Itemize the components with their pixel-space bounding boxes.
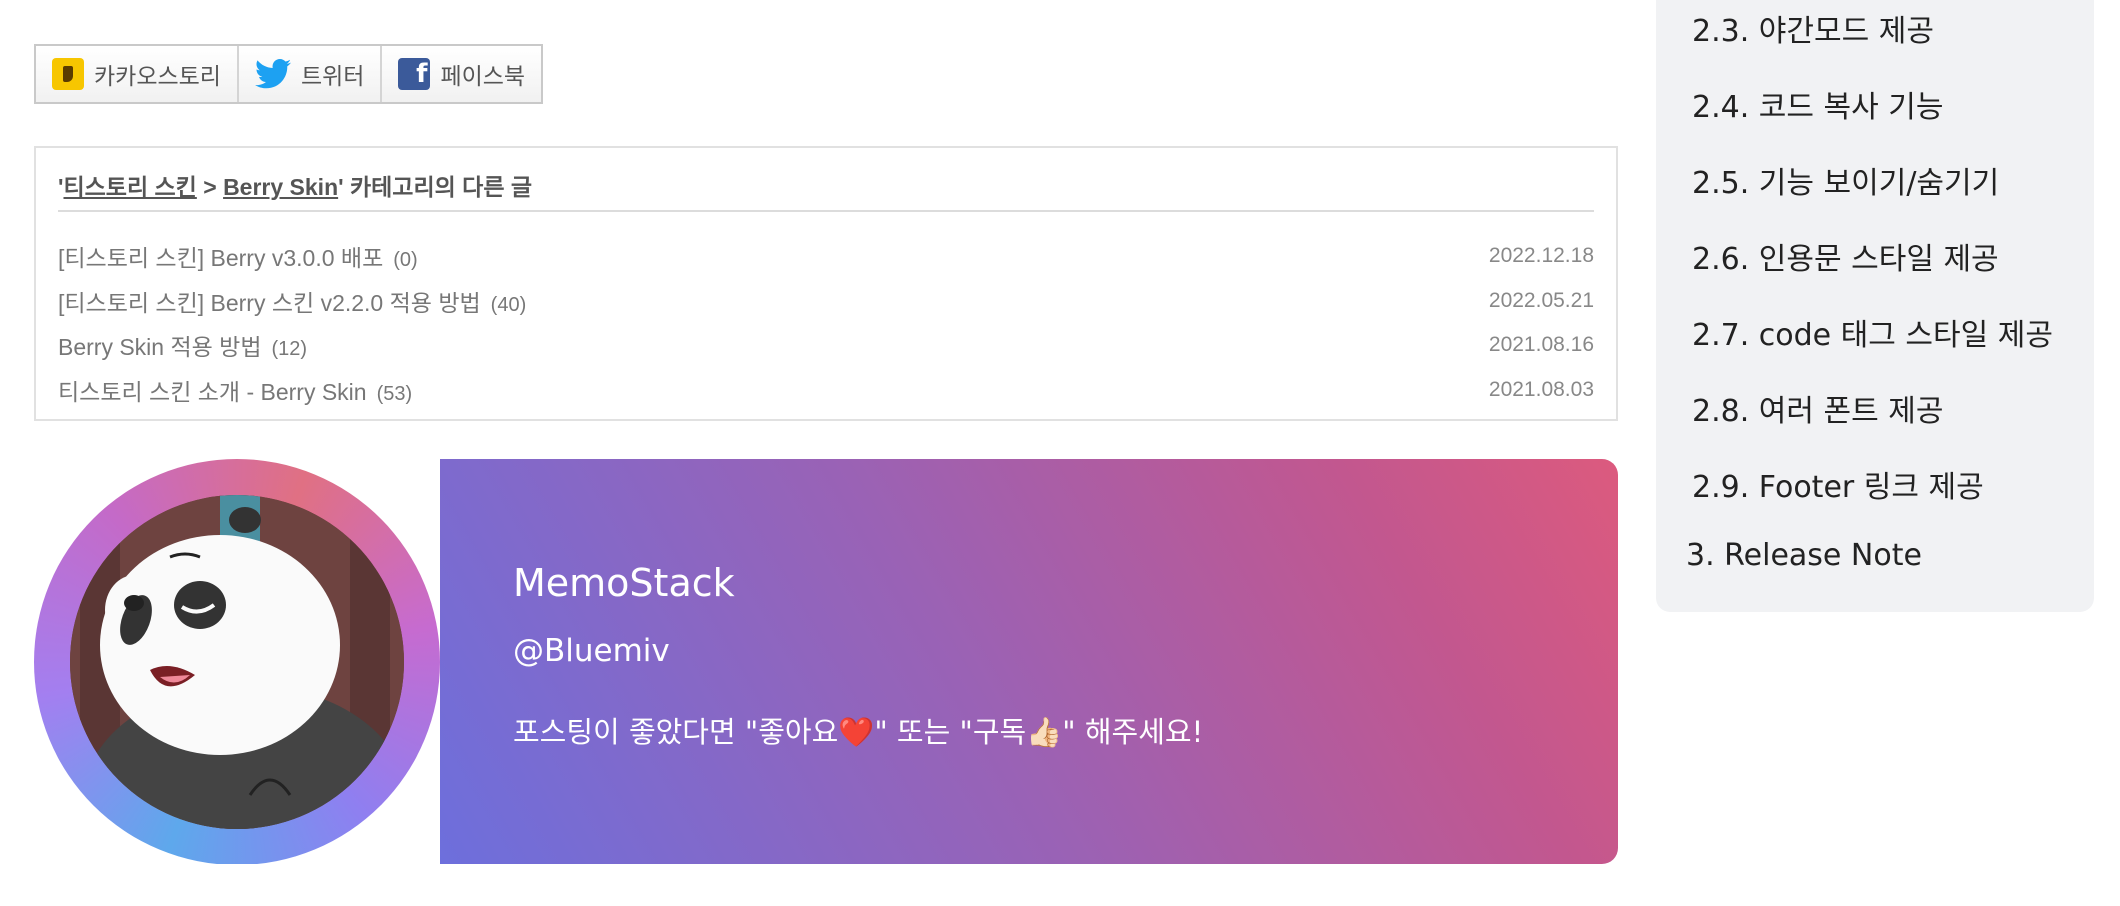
profile-avatar-area <box>34 459 440 864</box>
related-post-title-wrap: [티스토리 스킨] Berry 스킨 v2.2.0 적용 방법 (40) <box>58 284 526 318</box>
related-post-title-wrap: [티스토리 스킨] Berry v3.0.0 배포 (0) <box>58 239 418 273</box>
comment-count: (53) <box>376 383 413 406</box>
related-post-item[interactable]: [티스토리 스킨] Berry 스킨 v2.2.0 적용 방법 (40) 2022… <box>58 279 1594 324</box>
facebook-label: 페이스북 <box>440 64 526 90</box>
comment-count: (0) <box>393 249 418 272</box>
profile-handle[interactable]: @Bluemiv <box>513 633 670 669</box>
share-bar: 카카오스토리 트위터 f 페이스북 <box>34 44 544 104</box>
related-posts: '티스토리 스킨 > Berry Skin' 카테고리의 다른 글 [티스토리 … <box>34 146 1618 421</box>
heading-suffix: ' 카테고리의 다른 글 <box>338 174 533 200</box>
post-date: 2022.05.21 <box>1488 288 1594 312</box>
twitter-share-button[interactable]: 트위터 <box>239 46 383 102</box>
related-post-title-wrap: 티스토리 스킨 소개 - Berry Skin (53) <box>58 373 412 407</box>
twitter-icon <box>254 59 291 89</box>
comment-count: (40) <box>490 293 527 316</box>
post-date: 2021.08.03 <box>1488 378 1594 402</box>
facebook-icon: f <box>398 58 431 90</box>
post-date: 2021.08.16 <box>1488 333 1594 357</box>
table-of-contents: 2.3. 야간모드 제공 2.4. 코드 복사 기능 2.5. 기능 보이기/숨… <box>1656 0 2094 612</box>
related-post-title: [티스토리 스킨] Berry 스킨 v2.2.0 적용 방법 <box>58 289 481 316</box>
profile-info: MemoStack @Bluemiv 포스팅이 좋았다면 "좋아요❤️" 또는 … <box>440 459 1618 864</box>
kakaostory-icon <box>52 58 84 90</box>
blog-name[interactable]: MemoStack <box>513 561 735 605</box>
related-posts-heading: '티스토리 스킨 > Berry Skin' 카테고리의 다른 글 <box>58 168 1594 212</box>
panda-avatar-icon <box>70 495 404 829</box>
related-post-title: [티스토리 스킨] Berry v3.0.0 배포 <box>58 245 384 272</box>
profile-bio: 포스팅이 좋았다면 "좋아요❤️" 또는 "구독👍🏻" 해주세요! <box>513 715 1204 749</box>
facebook-share-button[interactable]: f 페이스북 <box>382 46 541 102</box>
toc-item[interactable]: 2.9. Footer 링크 제공 <box>1692 462 1984 506</box>
related-post-title-wrap: Berry Skin 적용 방법 (12) <box>58 328 307 362</box>
related-post-item[interactable]: 티스토리 스킨 소개 - Berry Skin (53) 2021.08.03 <box>58 368 1594 413</box>
post-date: 2022.12.18 <box>1488 244 1594 268</box>
related-post-item[interactable]: Berry Skin 적용 방법 (12) 2021.08.16 <box>58 323 1594 368</box>
avatar[interactable] <box>70 495 404 829</box>
category-separator: > <box>196 174 224 200</box>
toc-item[interactable]: 2.4. 코드 복사 기능 <box>1692 82 1943 126</box>
related-posts-list: [티스토리 스킨] Berry v3.0.0 배포 (0) 2022.12.18 … <box>58 234 1594 412</box>
toc-item[interactable]: 2.7. code 태그 스타일 제공 <box>1692 310 2053 354</box>
comment-count: (12) <box>271 338 308 361</box>
toc-item[interactable]: 3. Release Note <box>1686 538 1922 573</box>
category-link[interactable]: 티스토리 스킨 <box>63 174 196 200</box>
related-post-title: 티스토리 스킨 소개 - Berry Skin <box>58 379 367 406</box>
twitter-label: 트위터 <box>300 64 365 90</box>
kakaostory-share-button[interactable]: 카카오스토리 <box>36 46 239 102</box>
subcategory-link[interactable]: Berry Skin <box>223 174 338 200</box>
toc-item[interactable]: 2.6. 인용문 스타일 제공 <box>1692 234 1999 278</box>
toc-item[interactable]: 2.5. 기능 보이기/숨기기 <box>1692 158 1999 202</box>
related-post-item[interactable]: [티스토리 스킨] Berry v3.0.0 배포 (0) 2022.12.18 <box>58 234 1594 279</box>
profile-card: MemoStack @Bluemiv 포스팅이 좋았다면 "좋아요❤️" 또는 … <box>34 459 1618 864</box>
toc-item[interactable]: 2.3. 야간모드 제공 <box>1692 6 1934 50</box>
related-post-title: Berry Skin 적용 방법 <box>58 334 262 361</box>
toc-item[interactable]: 2.8. 여러 폰트 제공 <box>1692 386 1943 430</box>
kakaostory-label: 카카오스토리 <box>94 64 221 90</box>
